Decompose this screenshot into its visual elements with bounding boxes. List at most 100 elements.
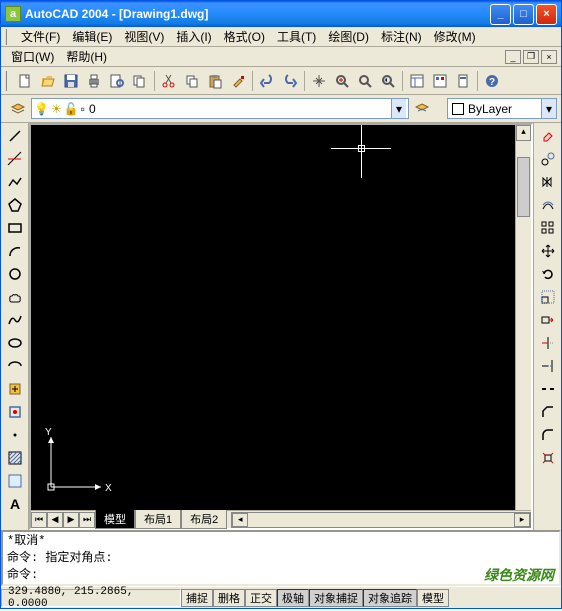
polar-toggle[interactable]: 极轴 xyxy=(277,589,309,607)
menu-label[interactable]: 标注(N) xyxy=(375,26,428,47)
scroll-up-icon[interactable]: ▴ xyxy=(516,125,531,141)
rectangle-button[interactable] xyxy=(4,217,26,239)
revcloud-button[interactable] xyxy=(4,286,26,308)
properties-button[interactable] xyxy=(406,70,428,92)
fillet-button[interactable] xyxy=(537,424,559,446)
circle-button[interactable] xyxy=(4,263,26,285)
match-prop-button[interactable] xyxy=(227,70,249,92)
menu-window[interactable]: 窗口(W) xyxy=(5,46,60,67)
menu-file[interactable]: 文件(F) xyxy=(15,26,66,47)
tab-first-icon[interactable]: ⏮ xyxy=(31,512,47,528)
rotate-button[interactable] xyxy=(537,263,559,285)
command-window[interactable]: *取消* 命令: 指定对角点: 命令: xyxy=(1,530,561,586)
polyline-button[interactable] xyxy=(4,171,26,193)
point-button[interactable] xyxy=(4,424,26,446)
mdi-close[interactable]: × xyxy=(541,50,557,64)
tool-palette-button[interactable] xyxy=(452,70,474,92)
text-button[interactable]: A xyxy=(4,493,26,515)
redo-button[interactable] xyxy=(279,70,301,92)
color-combo[interactable]: ByLayer ▾ xyxy=(447,98,557,119)
copy-obj-button[interactable] xyxy=(537,148,559,170)
drawing-canvas[interactable]: X Y xyxy=(31,125,515,510)
region-button[interactable] xyxy=(4,470,26,492)
insert-block-button[interactable] xyxy=(4,378,26,400)
tab-next-icon[interactable]: ▶ xyxy=(63,512,79,528)
tab-model[interactable]: 模型 xyxy=(95,510,135,529)
menu-help[interactable]: 帮助(H) xyxy=(60,46,113,67)
menu-tools[interactable]: 工具(T) xyxy=(271,26,322,47)
menu-edit[interactable]: 编辑(E) xyxy=(66,26,118,47)
chamfer-button[interactable] xyxy=(537,401,559,423)
move-button[interactable] xyxy=(537,240,559,262)
otrack-toggle[interactable]: 对象追踪 xyxy=(363,589,417,607)
hatch-button[interactable] xyxy=(4,447,26,469)
grid-toggle[interactable]: 删格 xyxy=(213,589,245,607)
horizontal-scrollbar[interactable]: ◂ ▸ xyxy=(231,512,531,528)
vertical-scrollbar[interactable]: ▴ xyxy=(515,125,531,510)
tab-layout2[interactable]: 布局2 xyxy=(181,510,227,529)
cut-button[interactable] xyxy=(158,70,180,92)
open-button[interactable] xyxy=(37,70,59,92)
mdi-restore[interactable]: ❐ xyxy=(523,50,539,64)
break-button[interactable] xyxy=(537,378,559,400)
zoom-previous-button[interactable] xyxy=(377,70,399,92)
layer-manager-button[interactable] xyxy=(7,98,29,120)
menu-insert[interactable]: 插入(I) xyxy=(170,26,217,47)
scroll-thumb[interactable] xyxy=(517,157,530,217)
ellipse-button[interactable] xyxy=(4,332,26,354)
menu-modify[interactable]: 修改(M) xyxy=(428,26,482,47)
pan-button[interactable] xyxy=(308,70,330,92)
zoom-realtime-button[interactable] xyxy=(331,70,353,92)
print-preview-button[interactable] xyxy=(106,70,128,92)
mdi-minimize[interactable]: _ xyxy=(505,50,521,64)
menu-format[interactable]: 格式(O) xyxy=(218,26,271,47)
maximize-button[interactable]: □ xyxy=(513,4,534,25)
trim-button[interactable] xyxy=(537,332,559,354)
design-center-button[interactable] xyxy=(429,70,451,92)
scroll-left-icon[interactable]: ◂ xyxy=(232,513,248,527)
print-button[interactable] xyxy=(83,70,105,92)
xline-button[interactable] xyxy=(4,148,26,170)
layer-combo[interactable]: 💡 ☀ 🔓 ▫ 0 ▾ xyxy=(31,98,409,119)
scroll-right-icon[interactable]: ▸ xyxy=(514,513,530,527)
array-button[interactable] xyxy=(537,217,559,239)
minimize-button[interactable]: _ xyxy=(490,4,511,25)
chevron-down-icon[interactable]: ▾ xyxy=(391,99,406,118)
toolbar-grip[interactable] xyxy=(5,71,11,91)
scale-button[interactable] xyxy=(537,286,559,308)
ortho-toggle[interactable]: 正交 xyxy=(245,589,277,607)
tab-last-icon[interactable]: ⏭ xyxy=(79,512,95,528)
erase-button[interactable] xyxy=(537,125,559,147)
polygon-button[interactable] xyxy=(4,194,26,216)
model-toggle[interactable]: 模型 xyxy=(417,589,449,607)
toolbar-grip[interactable] xyxy=(5,29,11,45)
zoom-window-button[interactable] xyxy=(354,70,376,92)
osnap-toggle[interactable]: 对象捕捉 xyxy=(309,589,363,607)
stretch-button[interactable] xyxy=(537,309,559,331)
spline-button[interactable] xyxy=(4,309,26,331)
publish-button[interactable] xyxy=(129,70,151,92)
ellipse-arc-button[interactable] xyxy=(4,355,26,377)
help-button[interactable]: ? xyxy=(481,70,503,92)
line-button[interactable] xyxy=(4,125,26,147)
mirror-button[interactable] xyxy=(537,171,559,193)
arc-button[interactable] xyxy=(4,240,26,262)
tab-layout1[interactable]: 布局1 xyxy=(135,510,181,529)
close-button[interactable]: × xyxy=(536,4,557,25)
menu-view[interactable]: 视图(V) xyxy=(118,26,170,47)
snap-toggle[interactable]: 捕捉 xyxy=(181,589,213,607)
make-block-button[interactable] xyxy=(4,401,26,423)
copy-button[interactable] xyxy=(181,70,203,92)
chevron-down-icon[interactable]: ▾ xyxy=(541,99,556,118)
offset-button[interactable] xyxy=(537,194,559,216)
menu-draw[interactable]: 绘图(D) xyxy=(322,26,375,47)
explode-button[interactable] xyxy=(537,447,559,469)
layer-previous-button[interactable] xyxy=(411,98,433,120)
save-button[interactable] xyxy=(60,70,82,92)
extend-button[interactable] xyxy=(537,355,559,377)
undo-button[interactable] xyxy=(256,70,278,92)
cmd-prompt[interactable]: 命令: xyxy=(7,565,555,582)
paste-button[interactable] xyxy=(204,70,226,92)
new-button[interactable] xyxy=(14,70,36,92)
tab-prev-icon[interactable]: ◀ xyxy=(47,512,63,528)
